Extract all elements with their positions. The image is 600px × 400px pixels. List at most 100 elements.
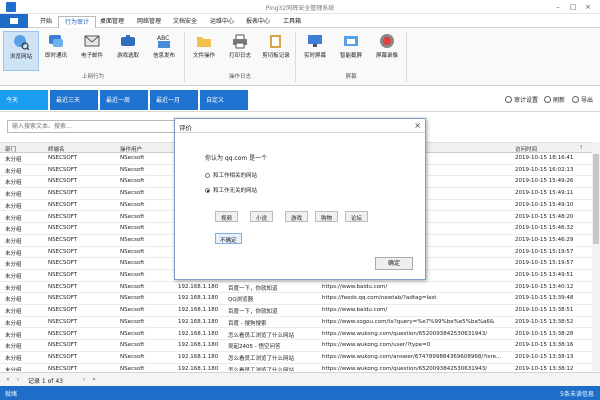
live-screen-button[interactable]: 实时屏幕 bbox=[297, 31, 333, 71]
radio-not-work-related[interactable]: 和工作无关的网站 bbox=[205, 186, 257, 194]
table-cell: 怎么看员工浏览了什么网站 bbox=[228, 367, 295, 371]
table-cell: NSecsoft bbox=[120, 213, 145, 220]
table-cell: 192.168.1.180 bbox=[178, 330, 219, 337]
instant-messaging-button[interactable]: 即时通讯 bbox=[38, 31, 74, 71]
app-menu-button[interactable] bbox=[0, 14, 28, 28]
table-row[interactable]: 未分组 NSECSOFT NSecsoft 192.168.1.180 百度一下，你就知… bbox=[0, 282, 592, 294]
ribbon: 浏览网站 即时通讯 电子邮件 游戏选取 ABC 信息发布 上网行为 文件操作 打… bbox=[0, 28, 600, 86]
tab-last-month[interactable]: 最近一月 bbox=[150, 90, 198, 110]
category-game-button[interactable]: 游戏 bbox=[285, 211, 309, 222]
info-publish-button[interactable]: ABC 信息发布 bbox=[146, 31, 182, 71]
close-window-button[interactable]: × bbox=[582, 2, 594, 12]
radio-button-selected-icon bbox=[205, 188, 210, 193]
tab-custom[interactable]: 自定义 bbox=[200, 90, 248, 110]
uncertain-button[interactable]: 不确定 bbox=[215, 233, 242, 244]
browse-websites-button[interactable]: 浏览网站 bbox=[3, 31, 39, 71]
rating-dialog: 评价 × 你认为 qq.com 是一个 和工作相关的网站 和工作无关的网站 视频… bbox=[174, 118, 426, 280]
category-shopping-button[interactable]: 购物 bbox=[315, 211, 339, 222]
tab-toolbox[interactable]: 工具箱 bbox=[277, 16, 307, 28]
table-cell: NSecsoft bbox=[120, 283, 145, 290]
export-button[interactable]: 导出 bbox=[572, 95, 593, 104]
radio-work-related[interactable]: 和工作相关的网站 bbox=[205, 171, 257, 179]
folder-icon bbox=[197, 37, 211, 47]
table-row[interactable]: 未分组 NSECSOFT NSecsoft 192.168.1.180 百度一下，你就知… bbox=[0, 305, 592, 317]
table-cell: 未分组 bbox=[5, 180, 22, 187]
group-label-online-behavior: 上网行为 bbox=[81, 74, 104, 80]
table-row[interactable]: 未分组 NSECSOFT NSecsoft 192.168.1.180 吴起2405 -… bbox=[0, 340, 592, 352]
column-header-user[interactable]: 操作用户 bbox=[120, 145, 142, 153]
table-cell: NSECSOFT bbox=[48, 318, 78, 325]
prev-page-icon[interactable]: ‹ bbox=[14, 376, 22, 384]
screenshot-icon bbox=[344, 36, 358, 46]
category-novel-button[interactable]: 小说 bbox=[250, 211, 274, 222]
dialog-question: 你认为 qq.com 是一个 bbox=[205, 155, 268, 162]
category-video-button[interactable]: 视频 bbox=[215, 211, 239, 222]
tab-today[interactable]: 今天 bbox=[0, 90, 48, 110]
table-row[interactable]: 未分组 NSECSOFT NSecsoft 192.168.1.180 怎么看员工浏览了… bbox=[0, 352, 592, 364]
smart-screenshot-button[interactable]: 智能截屏 bbox=[333, 31, 369, 71]
search-input[interactable] bbox=[7, 120, 181, 133]
minimize-button[interactable]: – bbox=[552, 2, 564, 12]
tab-last-three-days[interactable]: 最近三天 bbox=[50, 90, 98, 110]
table-cell: 2019-10-15 15:48:20 bbox=[515, 213, 574, 220]
table-row[interactable]: 未分组 NSECSOFT NSecsoft 192.168.1.180 怎么看员工浏览了… bbox=[0, 364, 592, 371]
vertical-scrollbar[interactable] bbox=[592, 142, 600, 371]
table-row[interactable]: 未分组 NSECSOFT NSecsoft 192.168.1.180 怎么看员工浏览了… bbox=[0, 329, 592, 341]
close-icon[interactable]: × bbox=[414, 121, 421, 130]
table-cell: 2019-10-15 15:46:29 bbox=[515, 236, 574, 243]
table-row[interactable]: 未分组 NSECSOFT NSecsoft 192.168.1.180 百度 - 搜狗搜… bbox=[0, 317, 592, 329]
dialog-title: 评价 bbox=[179, 124, 192, 132]
pager: « ‹ 记录 1 of 43 › » bbox=[0, 372, 600, 386]
screen-recording-button[interactable]: 屏幕录像 bbox=[369, 31, 405, 71]
game-selection-button[interactable]: 游戏选取 bbox=[110, 31, 146, 71]
tab-report-center[interactable]: 报表中心 bbox=[240, 16, 276, 28]
table-cell: 百度一下，你就知道 bbox=[228, 309, 278, 316]
table-row[interactable]: 未分组 NSECSOFT NSecsoft 192.168.1.180 QQ浏览器 htt… bbox=[0, 293, 592, 306]
print-log-button[interactable]: 打印日志 bbox=[222, 31, 258, 71]
tab-behavior-audit[interactable]: 行为审计 bbox=[58, 16, 97, 28]
table-cell: https://www.wukong.com/user/?type=0 bbox=[322, 342, 431, 349]
table-cell: https://www.baidu.com/ bbox=[322, 283, 388, 290]
next-page-icon[interactable]: › bbox=[80, 376, 88, 384]
unread-messages-link[interactable]: 5条未读信息 bbox=[560, 389, 594, 398]
column-header-flag[interactable]: ! bbox=[580, 145, 582, 151]
record-count: 记录 1 of 43 bbox=[28, 378, 63, 385]
svg-text:ABC: ABC bbox=[157, 35, 169, 42]
table-cell: NSecsoft bbox=[120, 248, 145, 255]
tab-ops-center[interactable]: 运维中心 bbox=[204, 16, 240, 28]
ok-button[interactable]: 确定 bbox=[375, 257, 413, 270]
email-button[interactable]: 电子邮件 bbox=[74, 31, 110, 71]
table-cell: 未分组 bbox=[5, 238, 22, 245]
maximize-button[interactable]: □ bbox=[567, 2, 579, 12]
table-cell: 2019-10-15 13:38:12 bbox=[515, 365, 574, 371]
clipboard-log-button[interactable]: 剪切板记录 bbox=[258, 31, 294, 71]
column-header-department[interactable]: 部门 bbox=[5, 145, 16, 153]
table-cell: https://www.baidu.com/ bbox=[322, 307, 388, 314]
file-operations-button[interactable]: 文件操作 bbox=[186, 31, 222, 71]
table-cell: 未分组 bbox=[5, 227, 22, 234]
table-cell: NSECSOFT bbox=[48, 272, 78, 278]
tab-network-management[interactable]: 网络管理 bbox=[131, 16, 167, 28]
audit-settings-button[interactable]: 审计设置 bbox=[505, 95, 538, 104]
table-cell: 2019-10-15 13:39:48 bbox=[515, 295, 574, 302]
tab-document-security[interactable]: 文档安全 bbox=[167, 16, 203, 28]
radio-button-icon bbox=[205, 173, 210, 178]
category-forum-button[interactable]: 论坛 bbox=[345, 211, 369, 222]
column-header-terminal[interactable]: 终端名 bbox=[48, 145, 65, 153]
scrollbar-thumb[interactable] bbox=[593, 154, 599, 244]
refresh-button[interactable]: 刷新 bbox=[544, 95, 565, 104]
tab-desktop-management[interactable]: 桌面管理 bbox=[94, 16, 130, 28]
table-cell: NSecsoft bbox=[120, 178, 145, 185]
table-cell: NSECSOFT bbox=[48, 307, 78, 314]
table-cell: 2019-10-15 15:49:11 bbox=[515, 190, 574, 197]
table-cell: 2019-10-15 13:38:28 bbox=[515, 330, 574, 337]
column-header-visit-time[interactable]: 访问时间 bbox=[515, 145, 537, 153]
table-cell: 192.168.1.180 bbox=[178, 342, 219, 349]
table-cell: NSecsoft bbox=[120, 155, 145, 161]
last-page-icon[interactable]: » bbox=[90, 376, 98, 384]
table-cell: NSecsoft bbox=[120, 260, 145, 267]
tab-last-week[interactable]: 最近一周 bbox=[100, 90, 148, 110]
table-cell: NSecsoft bbox=[120, 295, 145, 302]
first-page-icon[interactable]: « bbox=[4, 376, 12, 384]
tab-start[interactable]: 开始 bbox=[34, 16, 58, 28]
